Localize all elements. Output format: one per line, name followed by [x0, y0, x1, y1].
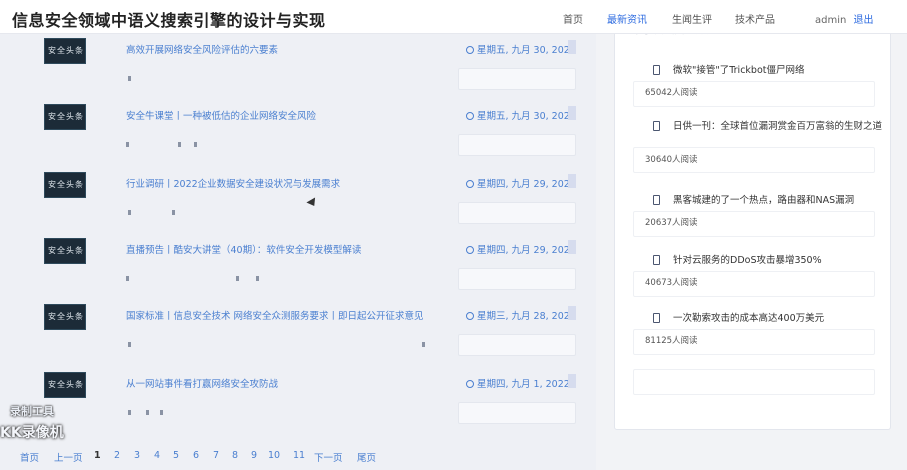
ranking-item-title[interactable]: 微软"接管"了Trickbot僵尸网络	[673, 64, 883, 77]
nav-home[interactable]: 首页	[563, 11, 583, 26]
watermark-line-1: 录制工具	[10, 405, 54, 418]
pagination-page[interactable]: 1	[94, 450, 101, 461]
reading-ranking-panel: 阅读排行版 微软"接管"了Trickbot僵尸网络 65042人阅读 日供一刊：…	[614, 14, 891, 430]
pagination-prev[interactable]: 上一页	[54, 450, 83, 464]
article-meta-box	[458, 202, 576, 224]
ranking-item-placeholder	[615, 361, 892, 405]
pagination-page[interactable]: 8	[232, 450, 238, 461]
ranking-item-reads: 20637人阅读	[645, 218, 698, 228]
ranking-item[interactable]: 一次勒索攻击的成本高达400万美元 81125人阅读	[615, 307, 892, 365]
article-date: 星期三, 九月 28, 2022	[466, 308, 576, 322]
article-list: 安全头条 高效开展网络安全风险评估的六要素 星期五, 九月 30, 2022 安…	[0, 28, 596, 470]
ranking-item-title[interactable]: 针对云服务的DDoS攻击暴增350%	[673, 254, 883, 267]
nav-latest-news[interactable]: 最新资讯	[607, 11, 647, 26]
article-item: 安全头条 高效开展网络安全风险评估的六要素 星期五, 九月 30, 2022	[0, 32, 596, 98]
article-side-bar	[568, 174, 576, 188]
article-title-link[interactable]: 直播预告丨酷安大讲堂（40期）：软件安全开发模型解读	[126, 242, 456, 256]
article-side-bar	[568, 40, 576, 54]
article-date: 星期四, 九月 29, 2022	[466, 242, 576, 256]
top-header: 信息安全领域中语义搜索引擎的设计与实现 首页 最新资讯 生闻生评 技术产品 ad…	[0, 0, 907, 34]
clock-icon	[466, 246, 474, 254]
pagination-page[interactable]: 7	[213, 450, 219, 461]
ranking-item[interactable]: 日供一刊：全球首位漏洞赏金百万富翁的生财之道 30640人阅读	[615, 115, 892, 173]
clock-icon	[466, 180, 474, 188]
article-title-link[interactable]: 国家标准丨信息安全技术 网络安全众测服务要求丨即日起公开征求意见	[126, 308, 456, 322]
article-date: 星期四, 九月 29, 2022	[466, 176, 576, 190]
article-thumbnail[interactable]: 安全头条	[44, 372, 86, 398]
article-title-link[interactable]: 高效开展网络安全风险评估的六要素	[126, 42, 456, 56]
article-title-link[interactable]: 安全牛课堂丨一种被低估的企业网络安全风险	[126, 108, 456, 122]
pagination-page[interactable]: 4	[154, 450, 160, 461]
pagination-first[interactable]: 首页	[20, 450, 39, 464]
article-side-bar	[568, 374, 576, 388]
ranking-item[interactable]: 微软"接管"了Trickbot僵尸网络 65042人阅读	[615, 59, 892, 117]
article-meta-box	[458, 134, 576, 156]
pagination-page[interactable]: 6	[193, 450, 199, 461]
clock-icon	[466, 112, 474, 120]
nav-commentary[interactable]: 生闻生评	[672, 11, 712, 26]
article-title-link[interactable]: 从一网站事件看打赢网络安全攻防战	[126, 376, 456, 390]
article-thumbnail[interactable]: 安全头条	[44, 238, 86, 264]
logout-link[interactable]: 退出	[854, 15, 874, 26]
ranking-item-title[interactable]: 黑客城建的了一个热点，路由器和NAS漏洞	[673, 194, 883, 207]
document-icon	[653, 195, 660, 205]
pagination-page[interactable]: 5	[173, 450, 179, 461]
article-meta-box	[458, 268, 576, 290]
document-icon	[653, 121, 660, 131]
ranking-item-reads: 81125人阅读	[645, 336, 698, 346]
main-nav: 首页 最新资讯 生闻生评 技术产品	[0, 11, 907, 27]
user-area: admin 退出	[815, 11, 874, 26]
ranking-item-title[interactable]: 一次勒索攻击的成本高达400万美元	[673, 312, 883, 325]
article-excerpt	[126, 406, 426, 420]
ranking-item-reads: 65042人阅读	[645, 88, 698, 98]
article-excerpt	[126, 272, 426, 286]
article-meta-box	[458, 68, 576, 90]
article-excerpt	[126, 338, 426, 352]
article-meta-box	[458, 402, 576, 424]
article-side-bar	[568, 106, 576, 120]
username: admin	[815, 15, 847, 26]
article-title-link[interactable]: 行业调研丨2022企业数据安全建设状况与发展需求	[126, 176, 456, 190]
nav-tech-products[interactable]: 技术产品	[735, 11, 775, 26]
pagination-page[interactable]: 2	[114, 450, 120, 461]
ranking-item-reads: 40673人阅读	[645, 278, 698, 288]
pagination-page[interactable]: 9	[251, 450, 257, 461]
ranking-item-title[interactable]: 日供一刊：全球首位漏洞赏金百万富翁的生财之道	[673, 120, 883, 133]
document-icon	[653, 255, 660, 265]
pagination: 首页 上一页 1 2 3 4 5 6 7 8 9 10 11 下一页 尾页	[0, 448, 596, 466]
pagination-page[interactable]: 10	[268, 450, 280, 461]
ranking-item-reads: 30640人阅读	[645, 155, 698, 165]
article-date: 星期五, 九月 30, 2022	[466, 42, 576, 56]
article-thumbnail[interactable]: 安全头条	[44, 38, 86, 64]
article-excerpt	[126, 138, 426, 152]
pagination-page[interactable]: 11	[293, 450, 305, 461]
article-item: 安全头条 从一网站事件看打赢网络安全攻防战 星期四, 九月 1, 2022	[0, 366, 596, 432]
clock-icon	[466, 380, 474, 388]
article-item: 安全头条 国家标准丨信息安全技术 网络安全众测服务要求丨即日起公开征求意见 星期…	[0, 298, 596, 364]
article-meta-box	[458, 334, 576, 356]
article-item: 安全头条 行业调研丨2022企业数据安全建设状况与发展需求 星期四, 九月 29…	[0, 166, 596, 232]
ranking-item[interactable]: 针对云服务的DDoS攻击暴增350% 40673人阅读	[615, 249, 892, 307]
article-side-bar	[568, 306, 576, 320]
pagination-last[interactable]: 尾页	[357, 450, 376, 464]
article-item: 安全头条 直播预告丨酷安大讲堂（40期）：软件安全开发模型解读 星期四, 九月 …	[0, 232, 596, 298]
pagination-next[interactable]: 下一页	[314, 450, 343, 464]
article-excerpt	[126, 72, 426, 86]
article-thumbnail[interactable]: 安全头条	[44, 104, 86, 130]
document-icon	[653, 65, 660, 75]
clock-icon	[466, 312, 474, 320]
article-thumbnail[interactable]: 安全头条	[44, 304, 86, 330]
article-thumbnail[interactable]: 安全头条	[44, 172, 86, 198]
pagination-page[interactable]: 3	[134, 450, 140, 461]
article-side-bar	[568, 240, 576, 254]
ranking-item-box	[633, 369, 875, 395]
clock-icon	[466, 46, 474, 54]
article-item: 安全头条 安全牛课堂丨一种被低估的企业网络安全风险 星期五, 九月 30, 20…	[0, 98, 596, 164]
article-excerpt	[126, 206, 426, 220]
watermark-line-2: KK录像机	[0, 425, 64, 441]
article-date: 星期五, 九月 30, 2022	[466, 108, 576, 122]
article-date: 星期四, 九月 1, 2022	[466, 376, 570, 390]
ranking-item[interactable]: 黑客城建的了一个热点，路由器和NAS漏洞 20637人阅读	[615, 189, 892, 247]
document-icon	[653, 313, 660, 323]
